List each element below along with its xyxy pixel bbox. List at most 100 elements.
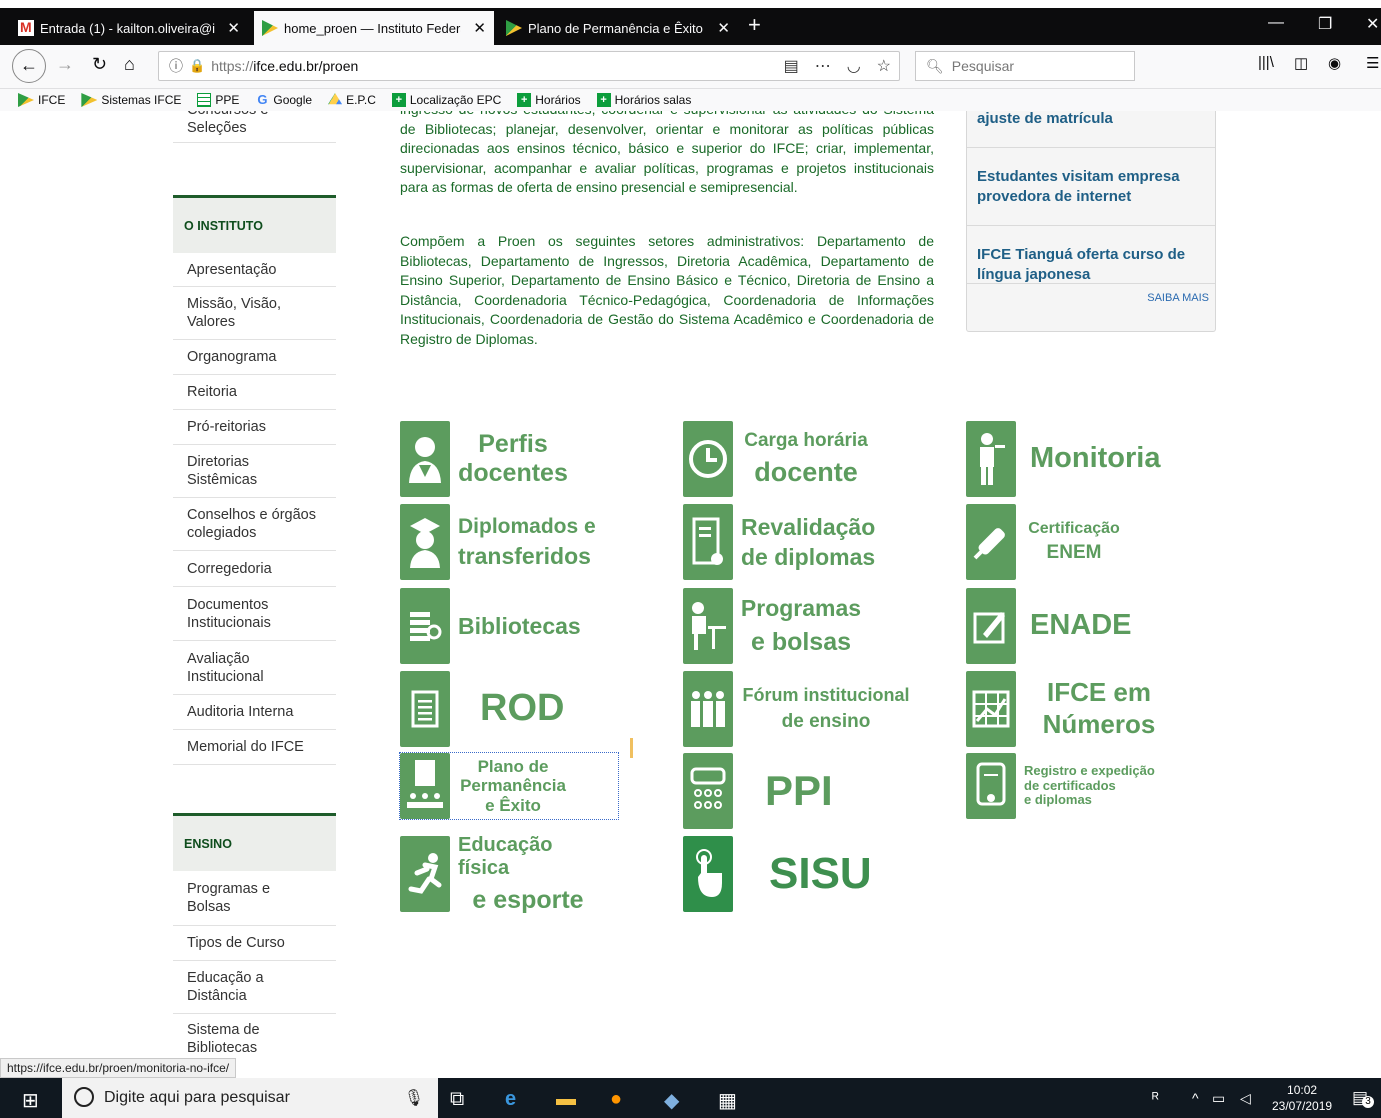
- tile-diplomados[interactable]: Diplomados e transferidos: [400, 504, 630, 580]
- sidebar-item-pro-reitorias[interactable]: Pró-reitorias: [173, 410, 336, 445]
- tab-home-proen[interactable]: home_proen — Instituto Federal ✕: [254, 11, 494, 45]
- certificate-seal-icon: [966, 753, 1016, 819]
- sidebar-item-diretorias[interactable]: Diretorias Sistêmicas: [173, 445, 336, 498]
- notification-icon[interactable]: ▤ 3: [1352, 1088, 1374, 1108]
- reader-view-icon[interactable]: ▤: [784, 56, 799, 76]
- news-item-tiangua[interactable]: IFCE Tianguá oferta curso de língua japo…: [977, 245, 1207, 285]
- taskbar-search[interactable]: Digite aqui para pesquisar 🎙︎: [62, 1078, 438, 1118]
- bookmark-google[interactable]: G Google: [255, 93, 312, 108]
- window-close-icon[interactable]: ✕: [1366, 14, 1379, 34]
- sidebar-item-sistema-bibliotecas[interactable]: Sistema de Bibliotecas: [173, 1014, 336, 1064]
- tab-plano-permanencia[interactable]: Plano de Permanência e Êxito – ✕: [498, 11, 738, 45]
- sidebar-item-conselhos[interactable]: Conselhos e órgãos colegiados: [173, 498, 336, 551]
- tile-carga-horaria[interactable]: Carga horária docente: [683, 421, 913, 497]
- bookmark-localizacao-epc[interactable]: + Localização EPC: [391, 93, 501, 107]
- tile-ppi[interactable]: PPI: [683, 753, 913, 829]
- sidebar-item-programas-bolsas[interactable]: Programas e Bolsas: [173, 871, 336, 926]
- text-cursor: [630, 738, 633, 758]
- search-box[interactable]: 🔍︎ Pesquisar: [915, 51, 1135, 81]
- tile-label-line1: Plano de: [477, 756, 549, 776]
- bookmark-horarios-salas[interactable]: + Horários salas: [596, 93, 692, 107]
- tile-monitoria[interactable]: Monitoria: [966, 421, 1196, 497]
- sidebar-item-concursos[interactable]: Concursos e Seleções: [173, 111, 336, 143]
- tile-label-line1: Certificação: [1028, 519, 1120, 537]
- sidebar-item-educacao-distancia[interactable]: Educação a Distância: [173, 961, 336, 1014]
- bookmark-ppe[interactable]: PPE: [197, 93, 239, 107]
- tile-rod[interactable]: ROD: [400, 671, 630, 747]
- restore-icon[interactable]: ❐: [1318, 14, 1332, 34]
- forward-icon[interactable]: →: [56, 54, 74, 75]
- tile-perfis-docentes[interactable]: Perfis docentes: [400, 421, 630, 497]
- tile-label-line1: ROD: [480, 687, 565, 730]
- account-icon[interactable]: ◉: [1328, 54, 1341, 72]
- sidebar-item-avaliacao[interactable]: Avaliação Institucional: [173, 641, 336, 695]
- bookmark-label: IFCE: [38, 93, 66, 107]
- network-app-icon[interactable]: ◆: [664, 1088, 679, 1113]
- close-icon[interactable]: ✕: [227, 19, 240, 37]
- tile-sisu[interactable]: SISU: [683, 836, 913, 912]
- microphone-icon[interactable]: 🎙︎: [404, 1088, 424, 1108]
- tile-forum-institucional[interactable]: Fórum institucional de ensino: [683, 671, 913, 747]
- tile-certificacao-enem[interactable]: Certificação ENEM: [966, 504, 1196, 580]
- news-item-estudantes[interactable]: Estudantes visitam empresa provedora de …: [977, 167, 1207, 207]
- url-bar[interactable]: ⓘ 🔒 https://ifce.edu.br/proen ▤ ⋯ ◡ ☆: [158, 51, 900, 81]
- windows-start-icon[interactable]: ⊞: [22, 1088, 39, 1113]
- page-actions-icon[interactable]: ⋯: [815, 56, 831, 76]
- firefox-icon[interactable]: ●: [610, 1088, 622, 1111]
- home-icon[interactable]: ⌂: [124, 54, 135, 75]
- menu-icon[interactable]: ☰: [1366, 54, 1379, 72]
- pocket-icon[interactable]: ◡: [847, 56, 861, 76]
- info-icon[interactable]: ⓘ: [169, 56, 183, 76]
- sidebar-item-corregedoria[interactable]: Corregedoria: [173, 551, 336, 587]
- bookmark-ifce[interactable]: IFCE: [18, 93, 65, 107]
- tile-programas-bolsas[interactable]: Programas e bolsas: [683, 588, 913, 664]
- tile-enade[interactable]: ENADE: [966, 588, 1196, 664]
- content-paragraph-1: ingresso de novos estudantes; coordenar …: [400, 111, 934, 196]
- new-tab-button[interactable]: +: [748, 12, 761, 38]
- sidebar-item-missao[interactable]: Missão, Visão, Valores: [173, 287, 336, 340]
- sidebar-toggle-icon[interactable]: ◫: [1294, 54, 1308, 72]
- tile-revalidacao[interactable]: Revalidação de diplomas: [683, 504, 913, 580]
- tile-ifce-em-numeros[interactable]: IFCE em Números: [966, 671, 1196, 747]
- sidebar-item-documentos[interactable]: Documentos Institucionais: [173, 587, 336, 641]
- tile-registro-expedicao[interactable]: Registro e expedição de certificados e dip…: [966, 753, 1196, 819]
- file-explorer-icon[interactable]: ▬: [556, 1088, 576, 1111]
- tile-plano-permanencia[interactable]: Plano de Permanência e Êxito: [399, 752, 619, 820]
- sidebar-item-apresentacao[interactable]: Apresentação: [173, 253, 336, 287]
- task-view-icon[interactable]: ⧉: [450, 1088, 464, 1111]
- reload-icon[interactable]: ↻: [92, 54, 107, 75]
- drive-icon: [328, 93, 343, 105]
- bookmark-epc[interactable]: E.P.C: [328, 93, 376, 107]
- bookmark-label: Horários salas: [614, 93, 692, 107]
- close-icon[interactable]: ✕: [717, 19, 730, 37]
- news-item-ajuste[interactable]: ajuste de matrícula: [977, 111, 1207, 129]
- bookmark-star-icon[interactable]: ☆: [877, 56, 891, 76]
- tile-label-line1: Diplomados e: [458, 514, 596, 538]
- ifce-icon: [506, 20, 522, 36]
- sidebar-item-reitoria[interactable]: Reitoria: [173, 375, 336, 410]
- sidebar-item-tipos-curso[interactable]: Tipos de Curso: [173, 926, 336, 961]
- saiba-mais-link[interactable]: SAIBA MAIS: [1147, 292, 1209, 304]
- network-icon[interactable]: ▭: [1212, 1090, 1225, 1107]
- taskbar-clock[interactable]: 10:02 23/07/2019: [1272, 1082, 1332, 1114]
- edge-icon[interactable]: e: [505, 1088, 516, 1111]
- tile-bibliotecas[interactable]: Bibliotecas: [400, 588, 630, 664]
- library-icon[interactable]: |||\: [1258, 54, 1274, 71]
- sidebar-item-memorial[interactable]: Memorial do IFCE: [173, 730, 336, 765]
- clock-time: 10:02: [1287, 1083, 1318, 1097]
- close-icon[interactable]: ✕: [473, 19, 486, 37]
- volume-icon[interactable]: ◁: [1240, 1090, 1251, 1107]
- student-desk-icon: [683, 588, 733, 664]
- sidebar-item-auditoria[interactable]: Auditoria Interna: [173, 695, 336, 730]
- calculator-icon[interactable]: ▦: [718, 1088, 737, 1113]
- sidebar-item-organograma[interactable]: Organograma: [173, 340, 336, 375]
- bookmark-horarios[interactable]: + Horários: [517, 93, 581, 107]
- sidebar-item-label: Concursos e Seleções: [187, 111, 268, 136]
- minimize-icon[interactable]: —: [1268, 14, 1284, 32]
- bookmark-sistemas-ifce[interactable]: Sistemas IFCE: [81, 93, 181, 107]
- tile-educacao-fisica[interactable]: Educação física e esporte: [400, 834, 630, 914]
- people-icon[interactable]: ᴿ: [1152, 1090, 1159, 1107]
- back-icon[interactable]: ←: [12, 49, 46, 83]
- tab-gmail[interactable]: Entrada (1) - kailton.oliveira@if ✕: [10, 11, 248, 45]
- tray-chevron-icon[interactable]: ^: [1192, 1090, 1199, 1106]
